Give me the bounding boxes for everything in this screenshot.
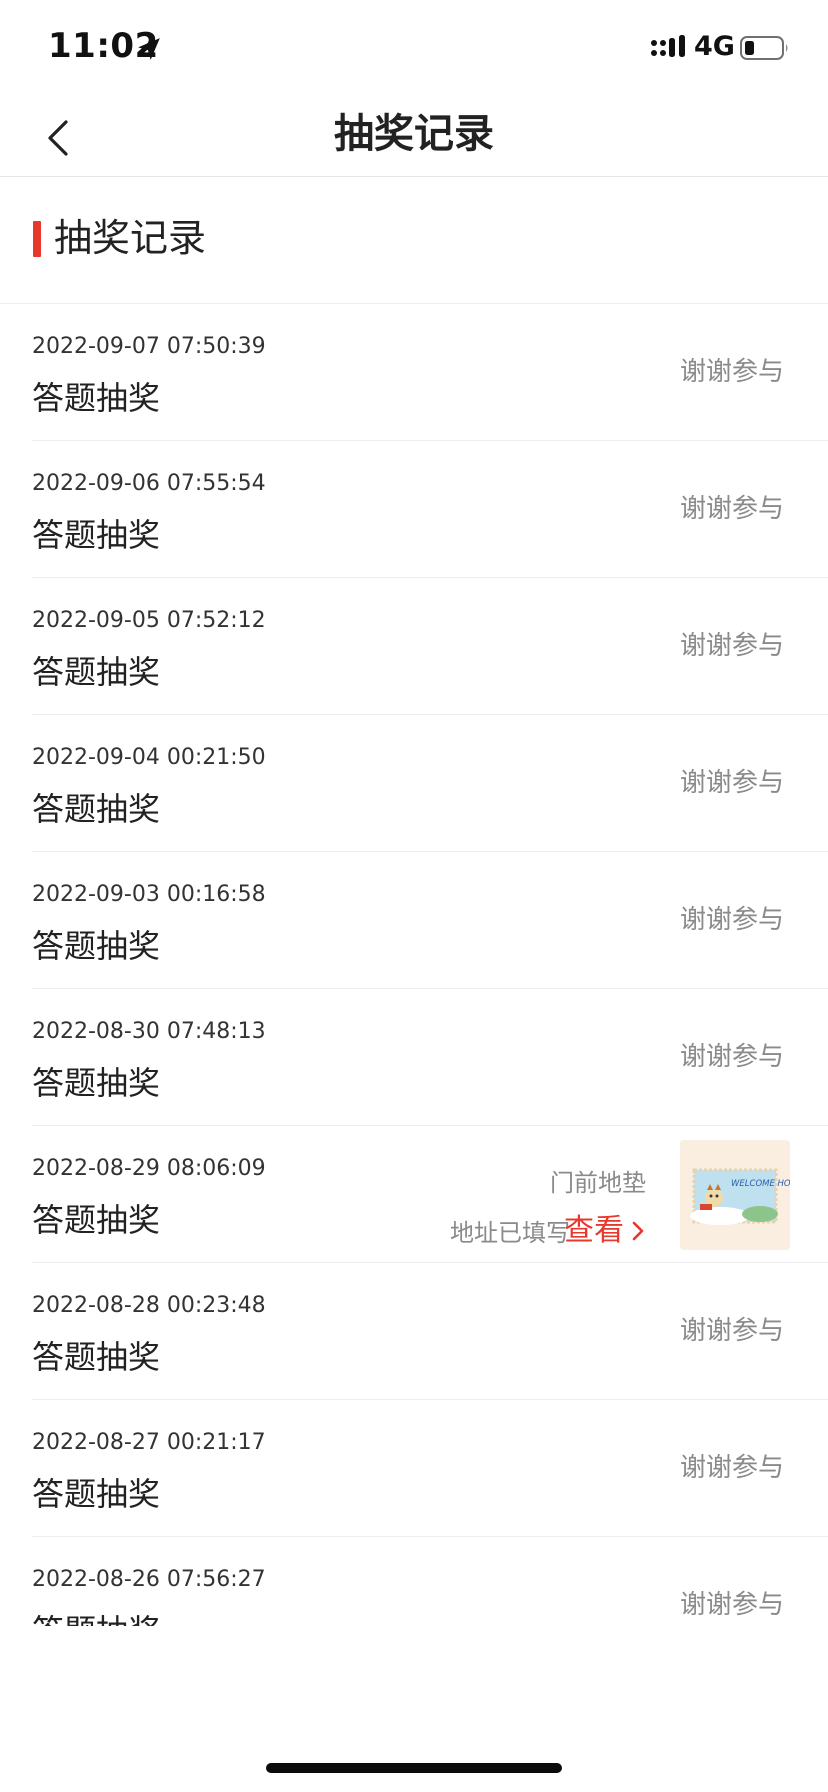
record-title: 答题抽奖 [32, 653, 161, 691]
record-status: 谢谢参与 [679, 357, 784, 387]
battery-icon [740, 36, 788, 60]
home-indicator[interactable] [266, 1763, 562, 1773]
record-title: 答题抽奖 [32, 1064, 161, 1102]
record-date: 2022-09-07 07:50:39 [32, 334, 266, 359]
record-status: 谢谢参与 [679, 1590, 784, 1620]
status-bar: 11:02 4G [0, 0, 828, 100]
record-title: 答题抽奖 [32, 1609, 160, 1626]
record-title: 答题抽奖 [32, 1201, 161, 1239]
thumb-text: WELCOME HOME [731, 1179, 790, 1189]
prize-list-item[interactable]: 2022-08-29 08:06:09 答题抽奖 门前地垫 地址已填写 查看 W… [32, 1126, 828, 1263]
record-title: 答题抽奖 [32, 1338, 161, 1376]
record-date: 2022-09-03 00:16:58 [32, 882, 266, 907]
record-status: 谢谢参与 [679, 1453, 784, 1483]
view-prize-link[interactable]: 查看 [564, 1211, 646, 1251]
record-date: 2022-08-26 07:56:27 [32, 1567, 266, 1592]
list-item[interactable]: 2022-09-03 00:16:58 答题抽奖 谢谢参与 [32, 852, 828, 989]
list-item[interactable]: 2022-09-05 07:52:12 答题抽奖 谢谢参与 [32, 578, 828, 715]
record-status: 谢谢参与 [679, 905, 784, 935]
list-item[interactable]: 2022-08-30 07:48:13 答题抽奖 谢谢参与 [32, 989, 828, 1126]
record-status: 谢谢参与 [679, 631, 784, 661]
record-date: 2022-08-30 07:48:13 [32, 1019, 266, 1044]
record-title: 答题抽奖 [32, 927, 161, 965]
list-item[interactable]: 2022-09-06 07:55:54 答题抽奖 谢谢参与 [32, 441, 828, 578]
prize-name: 门前地垫 [550, 1169, 646, 1197]
list-item[interactable]: 2022-09-07 07:50:39 答题抽奖 谢谢参与 [32, 304, 828, 441]
record-date: 2022-09-04 00:21:50 [32, 745, 266, 770]
chevron-right-icon [632, 1221, 644, 1241]
page-title: 抽奖记录 [334, 111, 494, 157]
record-status: 谢谢参与 [679, 1042, 784, 1072]
network-type: 4G [694, 31, 735, 62]
signal-icon [651, 35, 685, 57]
record-status: 谢谢参与 [679, 768, 784, 798]
record-date: 2022-09-05 07:52:12 [32, 608, 266, 633]
record-date: 2022-09-06 07:55:54 [32, 471, 266, 496]
welcome-home-doormat-image[interactable]: WELCOME HOME [680, 1140, 790, 1250]
record-date: 2022-08-28 00:23:48 [32, 1293, 266, 1318]
section-header: 抽奖记录 [0, 177, 828, 304]
record-date: 2022-08-29 08:06:09 [32, 1156, 266, 1181]
list-item[interactable]: 2022-08-27 00:21:17 答题抽奖 谢谢参与 [32, 1400, 828, 1537]
location-arrow-icon [138, 38, 160, 60]
address-status: 地址已填写 [450, 1219, 570, 1247]
record-list: 2022-09-07 07:50:39 答题抽奖 谢谢参与 2022-09-06… [0, 304, 828, 1626]
record-title: 答题抽奖 [32, 790, 161, 828]
record-title: 答题抽奖 [32, 379, 161, 417]
record-title: 答题抽奖 [32, 1475, 161, 1513]
section-accent-bar [33, 221, 41, 257]
list-item[interactable]: 2022-09-04 00:21:50 答题抽奖 谢谢参与 [32, 715, 828, 852]
list-item[interactable]: 2022-08-28 00:23:48 答题抽奖 谢谢参与 [32, 1263, 828, 1400]
nav-bar: 抽奖记录 [0, 100, 828, 177]
record-status: 谢谢参与 [679, 1316, 784, 1346]
record-date: 2022-08-27 00:21:17 [32, 1430, 266, 1455]
record-status: 谢谢参与 [679, 494, 784, 524]
record-title: 答题抽奖 [32, 516, 161, 554]
section-title: 抽奖记录 [54, 216, 207, 260]
view-prize-label: 查看 [564, 1213, 624, 1248]
list-item[interactable]: 2022-08-26 07:56:27 答题抽奖 谢谢参与 [32, 1537, 828, 1626]
